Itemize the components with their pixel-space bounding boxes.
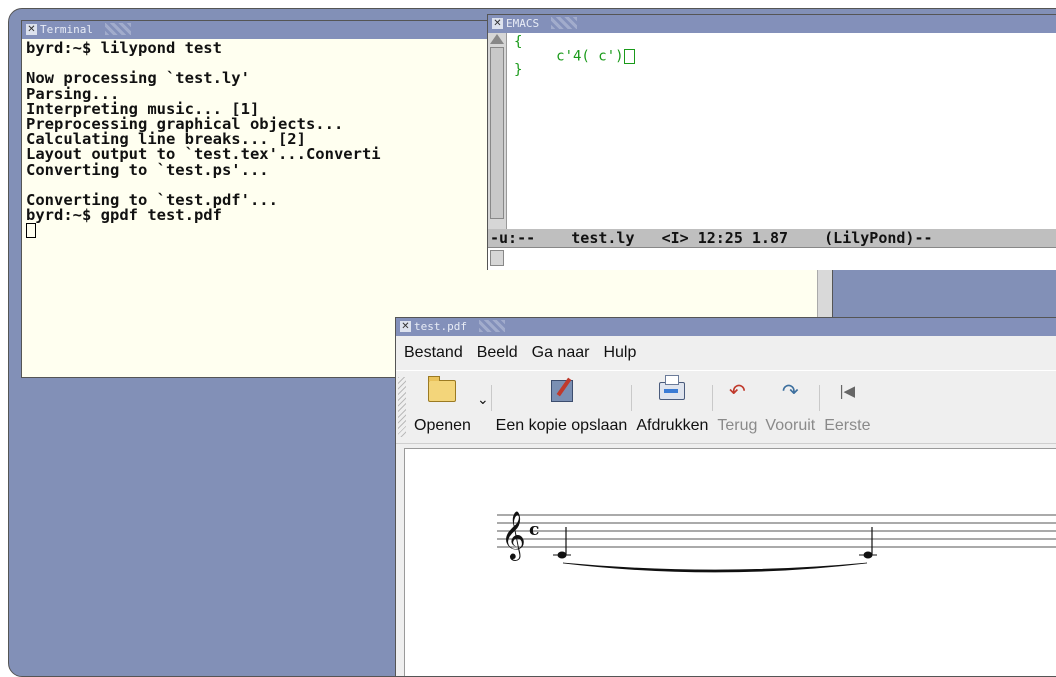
toolbar: Openen ⌄ Een kopie opslaan Afdrukken ↶ T… — [396, 370, 1056, 444]
chevron-down-icon: ⌄ — [476, 390, 489, 407]
minibuffer-scroll-icon — [490, 250, 504, 266]
toolbar-grip-icon[interactable] — [398, 377, 406, 437]
pdf-titlebar[interactable]: ✕ test.pdf — [396, 318, 1056, 336]
emacs-titlebar[interactable]: ✕ EMACS — [488, 15, 1056, 33]
emacs-modeline: -u:-- test.ly <I> 12:25 1.87 (LilyPond)-… — [488, 229, 1056, 247]
save-copy-button[interactable]: Een kopie opslaan — [492, 371, 632, 435]
emacs-scroll-thumb[interactable] — [490, 47, 504, 219]
emacs-scrollbar[interactable] — [488, 33, 507, 251]
staff-lines — [497, 514, 1056, 548]
save-copy-label: Een kopie opslaan — [495, 417, 628, 434]
open-recent-dropdown[interactable]: ⌄ — [475, 371, 491, 419]
editor-cursor-icon — [623, 49, 635, 64]
forward-arrow-icon: ↷ — [781, 380, 799, 403]
code-line-text: c'4( c') — [514, 48, 624, 65]
music-score: 𝄞 c — [497, 510, 1056, 573]
close-icon[interactable]: ✕ — [400, 321, 411, 332]
close-icon[interactable]: ✕ — [492, 18, 503, 29]
title-decoration-icon — [104, 23, 131, 35]
first-page-icon: |◀ — [839, 383, 856, 400]
emacs-title: EMACS — [506, 17, 540, 30]
code-line: c'4( c') — [514, 48, 635, 65]
first-page-button[interactable]: |◀ Eerste — [820, 371, 874, 435]
treble-clef-icon: 𝄞 — [501, 510, 526, 561]
close-icon[interactable]: ✕ — [26, 24, 37, 35]
scroll-up-icon[interactable] — [490, 34, 504, 44]
menu-hulp[interactable]: Hulp — [603, 344, 636, 362]
pdf-document-view[interactable]: 𝄞 c — [404, 448, 1056, 676]
desktop: ✕ Terminal byrd:~$ lilypond test Now proc… — [8, 8, 1056, 677]
open-button[interactable]: Openen — [410, 371, 475, 435]
pdf-title: test.pdf — [414, 320, 467, 333]
forward-label: Vooruit — [765, 417, 816, 434]
menu-bar: Bestand Beeld Ga naar Hulp — [396, 336, 1056, 370]
emacs-window[interactable]: ✕ EMACS { c'4( c') } -u:-- test.ly <I> 12… — [487, 14, 1056, 270]
text-cursor-icon — [26, 223, 36, 239]
back-button[interactable]: ↶ Terug — [713, 371, 761, 435]
time-signature: c — [529, 520, 539, 540]
printer-icon — [659, 375, 686, 400]
folder-icon — [428, 376, 457, 402]
back-arrow-icon: ↶ — [729, 380, 746, 403]
menu-bestand[interactable]: Bestand — [404, 344, 463, 362]
code-line: { — [514, 34, 523, 50]
forward-button[interactable]: ↷ Vooruit — [761, 371, 819, 435]
note-head — [557, 551, 567, 559]
save-icon — [550, 380, 573, 402]
note-head — [863, 551, 873, 559]
back-label: Terug — [717, 417, 758, 434]
code-line: } — [514, 62, 523, 78]
first-page-label: Eerste — [824, 417, 871, 434]
print-label: Afdrukken — [636, 417, 709, 434]
pdf-viewer-window[interactable]: ✕ test.pdf Bestand Beeld Ga naar Hulp Ope… — [395, 317, 1056, 676]
emacs-minibuffer[interactable] — [488, 247, 1056, 270]
menu-ga-naar[interactable]: Ga naar — [532, 344, 590, 362]
print-button[interactable]: Afdrukken — [632, 371, 712, 435]
open-label: Openen — [414, 417, 471, 434]
title-decoration-icon — [478, 320, 505, 332]
menu-beeld[interactable]: Beeld — [477, 344, 518, 362]
title-decoration-icon — [551, 17, 578, 29]
emacs-buffer[interactable]: { c'4( c') } — [514, 35, 635, 77]
slur — [562, 562, 868, 573]
terminal-title: Terminal — [40, 23, 93, 36]
